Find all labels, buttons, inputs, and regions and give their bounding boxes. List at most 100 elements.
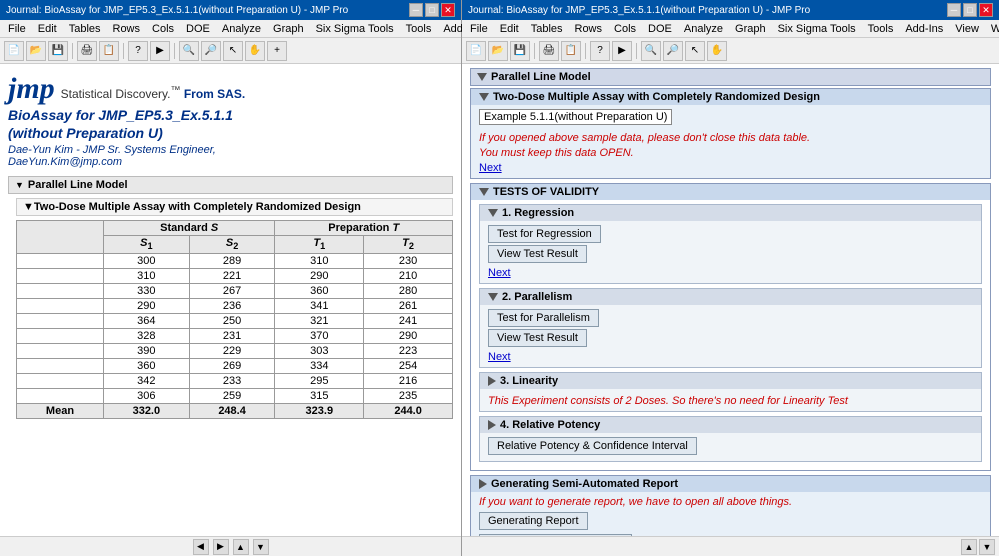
regression-next-link[interactable]: Next [488,267,511,279]
table-cell: 223 [364,343,453,358]
table-cell: 390 [103,343,189,358]
right-select-button[interactable]: ↖ [685,41,705,61]
right-zoom-in-button[interactable]: 🔍 [641,41,661,61]
right-restore-button[interactable]: □ [963,3,977,17]
crosshair-button[interactable]: + [267,41,287,61]
semi-auto-header: Generating Semi-Automated Report [471,476,990,492]
minimize-button[interactable]: ─ [409,3,423,17]
right-print-button[interactable]: 🖨 [539,41,559,61]
preparation-t-header: Preparation T [275,221,453,236]
right-menu-view[interactable]: View [949,22,985,36]
right-menu-bar: File Edit Tables Rows Cols DOE Analyze G… [462,20,999,38]
right-copy-button[interactable]: 📋 [561,41,581,61]
scroll-down-small-button[interactable]: ▼ [253,539,269,555]
two-dose-triangle-icon: ▼ [23,201,34,213]
menu-cols[interactable]: Cols [146,22,180,36]
run-button[interactable]: ▶ [150,41,170,61]
right-zoom-out-button[interactable]: 🔎 [663,41,683,61]
row-empty-cell [17,358,104,373]
right-menu-cols[interactable]: Cols [608,22,642,36]
right-menu-doe[interactable]: DOE [642,22,678,36]
close-button[interactable]: ✕ [441,3,455,17]
zoom-out-button[interactable]: 🔎 [201,41,221,61]
right-run-button[interactable]: ▶ [612,41,632,61]
right-menu-analyze[interactable]: Analyze [678,22,729,36]
copy-button[interactable]: 📋 [99,41,119,61]
right-menu-graph[interactable]: Graph [729,22,772,36]
table-cell: 254 [364,358,453,373]
regression-body: Test for Regression View Test Result Nex… [480,221,981,283]
menu-tables[interactable]: Tables [63,22,107,36]
test-for-regression-button[interactable]: Test for Regression [488,225,601,243]
parallelism-next-link[interactable]: Next [488,351,511,363]
right-close-button[interactable]: ✕ [979,3,993,17]
table-cell: 341 [275,298,364,313]
semi-auto-section: Generating Semi-Automated Report If you … [470,475,991,536]
right-menu-addins[interactable]: Add-Ins [899,22,949,36]
left-title-bar: Journal: BioAssay for JMP_EP5.3_Ex.5.1.1… [0,0,461,20]
menu-doe[interactable]: DOE [180,22,216,36]
right-menu-edit[interactable]: Edit [494,22,525,36]
table-cell: 303 [275,343,364,358]
menu-tools[interactable]: Tools [400,22,438,36]
linearity-section: 3. Linearity This Experiment consists of… [479,372,982,412]
select-button[interactable]: ↖ [223,41,243,61]
right-new-button[interactable]: 📄 [466,41,486,61]
scroll-up-small-button[interactable]: ▲ [233,539,249,555]
table-cell: 310 [103,268,189,283]
table-cell: 295 [275,373,364,388]
right-help-button[interactable]: ? [590,41,610,61]
table-cell: 360 [103,358,189,373]
table-cell: 321 [275,313,364,328]
table-cell: 290 [275,268,364,283]
example-input[interactable]: Example 5.1.1(without Preparation U) [479,109,672,125]
menu-rows[interactable]: Rows [107,22,147,36]
generating-report-button[interactable]: Generating Report [479,512,588,530]
new-button[interactable]: 📄 [4,41,24,61]
menu-file[interactable]: File [2,22,32,36]
table-row: 364250321241 [17,313,453,328]
row-empty-cell [17,268,104,283]
right-scroll-up-button[interactable]: ▲ [961,539,977,555]
right-scroll-down-button[interactable]: ▼ [979,539,995,555]
right-menu-file[interactable]: File [464,22,494,36]
right-menu-tables[interactable]: Tables [525,22,569,36]
right-open-button[interactable]: 📂 [488,41,508,61]
table-cell: 233 [189,373,275,388]
relative-potency-triangle-icon [488,420,496,430]
save-button[interactable]: 💾 [48,41,68,61]
zoom-in-button[interactable]: 🔍 [179,41,199,61]
right-save-button[interactable]: 💾 [510,41,530,61]
right-menu-tools[interactable]: Tools [862,22,900,36]
menu-analyze[interactable]: Analyze [216,22,267,36]
menu-sixsigma[interactable]: Six Sigma Tools [310,22,400,36]
right-title-buttons: ─ □ ✕ [947,3,993,17]
plm-triangle-icon [477,73,487,81]
restore-button[interactable]: □ [425,3,439,17]
right-menu-window[interactable]: Window [985,22,999,36]
right-hand-button[interactable]: ✋ [707,41,727,61]
menu-graph[interactable]: Graph [267,22,310,36]
relative-potency-button[interactable]: Relative Potency & Confidence Interval [488,437,697,455]
table-cell: 280 [364,283,453,298]
right-menu-rows[interactable]: Rows [569,22,609,36]
right-menu-sixsigma[interactable]: Six Sigma Tools [772,22,862,36]
right-title-text: Journal: BioAssay for JMP_EP5.3_Ex.5.1.1… [468,5,810,16]
view-test-result-parallelism-button[interactable]: View Test Result [488,329,587,347]
print-button[interactable]: 🖨 [77,41,97,61]
help-button[interactable]: ? [128,41,148,61]
table-row: 290236341261 [17,298,453,313]
right-minimize-button[interactable]: ─ [947,3,961,17]
right-toolbar-sep3 [636,43,637,59]
menu-edit[interactable]: Edit [32,22,63,36]
open-button[interactable]: 📂 [26,41,46,61]
left-bottom-bar: ◀ ▶ ▲ ▼ [0,536,461,556]
view-test-result-regression-button[interactable]: View Test Result [488,245,587,263]
scroll-right-button[interactable]: ▶ [213,539,229,555]
test-for-parallelism-button[interactable]: Test for Parallelism [488,309,599,327]
hand-button[interactable]: ✋ [245,41,265,61]
regression-triangle-icon [488,209,498,217]
scroll-left-button[interactable]: ◀ [193,539,209,555]
next-link-top[interactable]: Next [479,162,982,174]
table-cell: 290 [364,328,453,343]
